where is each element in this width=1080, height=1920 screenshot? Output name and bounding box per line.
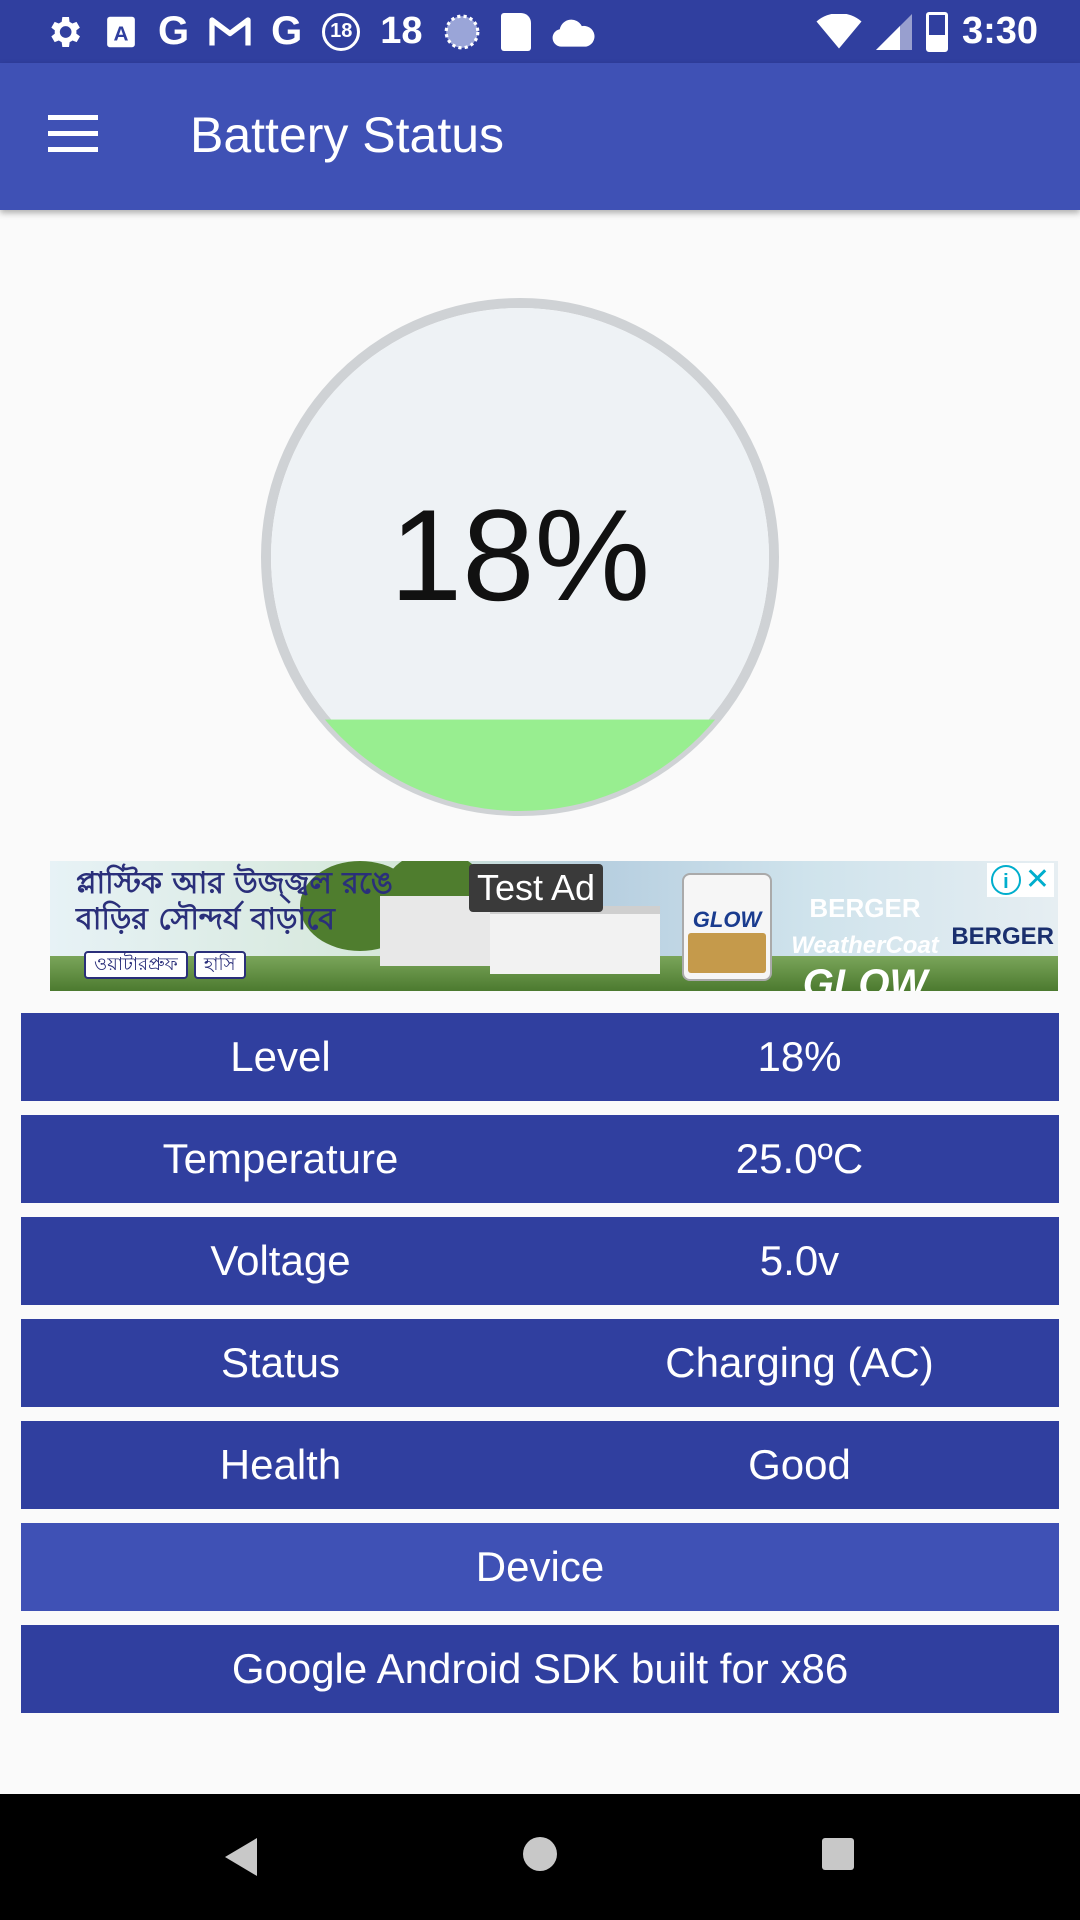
gmail-icon <box>209 15 251 49</box>
status-bar-notifications: A G G 18 18 <box>44 0 595 63</box>
status-bar-system: 3:30 <box>816 0 1038 63</box>
app-title: Battery Status <box>190 107 505 163</box>
ad-info-icon[interactable]: i <box>990 865 1021 895</box>
ad-house-image-2 <box>490 906 660 974</box>
ad-can-base <box>688 933 766 973</box>
cell-signal-icon <box>875 13 912 50</box>
hamburger-menu-icon[interactable] <box>48 115 98 155</box>
sync-circle-icon <box>443 13 481 51</box>
status-bar: A G G 18 18 3:30 <box>0 0 1080 63</box>
info-row-key: Temperature <box>162 1135 399 1182</box>
info-row-level: Level 18% <box>21 1013 1059 1101</box>
info-row-value: 18% <box>757 1033 842 1080</box>
home-icon[interactable] <box>523 1837 557 1871</box>
ad-headline-line-1: প্লাস্টিক আর উজ্জ্বল রঙে <box>76 866 393 901</box>
info-row-value: Charging (AC) <box>665 1339 934 1386</box>
info-row-key: Voltage <box>210 1237 351 1284</box>
ad-brand-line-1: BERGER <box>809 893 921 923</box>
settings-gear-icon <box>44 12 84 52</box>
clock-time: 3:30 <box>961 10 1038 52</box>
ad-pill-waterproof: ওয়াটারপ্রুফ <box>84 951 188 979</box>
info-row-key: Level <box>230 1033 331 1080</box>
notification-count-icon: 18 <box>322 12 361 51</box>
info-row-value: 5.0v <box>759 1237 840 1284</box>
cloud-icon <box>551 17 595 47</box>
ad-feature-pills: ওয়াটারপ্রুফ হাসি <box>84 951 246 979</box>
svg-text:A: A <box>114 22 129 45</box>
google-g-icon-2: G <box>271 9 303 53</box>
ad-brand-line-2: WeatherCoat <box>791 932 939 959</box>
info-row-value: Good <box>748 1441 851 1488</box>
app-bar: Battery Status <box>0 63 1080 210</box>
battery-percentage-text: 18% <box>389 482 651 628</box>
sd-card-icon <box>500 12 531 51</box>
recent-apps-icon[interactable] <box>822 1838 854 1870</box>
ad-brand-line-3: GLOW <box>802 962 928 991</box>
wifi-icon <box>816 13 862 50</box>
device-header: Device <box>475 1543 605 1590</box>
ad-banner[interactable]: প্লাস্টিক আর উজ্জ্বল রঙে বাড়ির সৌন্দর্য… <box>50 861 1058 991</box>
info-row-key: Status <box>220 1339 341 1386</box>
ad-corner-brand: BERGER <box>951 923 1054 950</box>
ad-headline-line-2: বাড়ির সৌন্দর্য বাড়াবে <box>76 902 335 937</box>
app-store-a-icon: A <box>104 14 138 50</box>
info-row-status: Status Charging (AC) <box>21 1319 1059 1407</box>
test-ad-label: Test Ad <box>469 864 604 912</box>
ad-pill-smile: হাসি <box>193 951 246 979</box>
info-row-health: Health Good <box>21 1421 1059 1509</box>
google-g-icon: G <box>158 9 190 53</box>
ad-can-label: GLOW <box>692 907 762 932</box>
info-row-temperature: Temperature 25.0ºC <box>21 1115 1059 1203</box>
info-row-voltage: Voltage 5.0v <box>21 1217 1059 1305</box>
notification-count-text: 18 <box>380 10 423 52</box>
device-name-row: Google Android SDK built for x86 <box>21 1625 1059 1713</box>
back-icon[interactable] <box>225 1838 257 1876</box>
device-header-row: Device <box>21 1523 1059 1611</box>
ad-choices-badge: i ✕ <box>986 863 1054 897</box>
info-row-key: Health <box>219 1441 342 1488</box>
ad-headline: প্লাস্টিক আর উজ্জ্বল রঙে বাড়ির সৌন্দর্য… <box>76 866 393 938</box>
system-navigation-bar <box>0 1794 1080 1920</box>
ad-paint-can-image: GLOW <box>682 873 772 981</box>
device-name: Google Android SDK built for x86 <box>231 1645 849 1692</box>
battery-charging-icon <box>925 11 948 52</box>
ad-close-icon[interactable]: ✕ <box>1025 865 1050 895</box>
info-row-value: 25.0ºC <box>735 1135 864 1182</box>
ad-brand-text: BERGER WeatherCoat GLOW <box>775 889 955 991</box>
